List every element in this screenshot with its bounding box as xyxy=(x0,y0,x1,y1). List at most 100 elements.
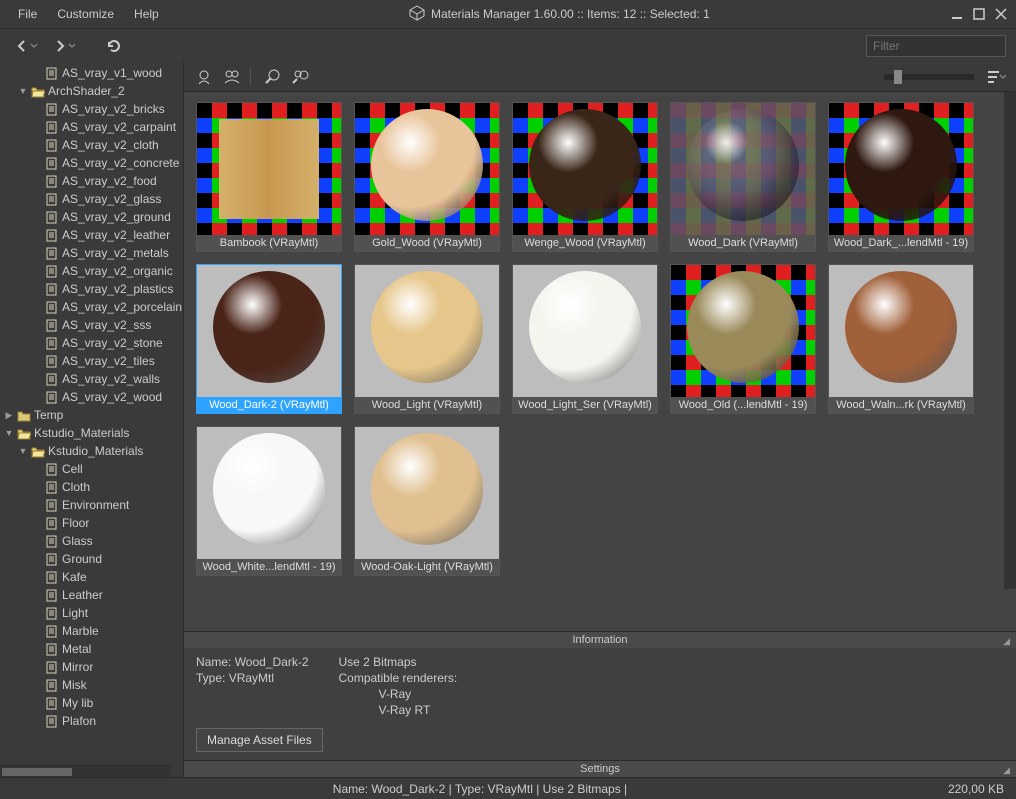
tree-item[interactable]: AS_vray_v2_food xyxy=(0,172,183,190)
tree-item[interactable]: AS_vray_v2_sss xyxy=(0,316,183,334)
tree-item[interactable]: Mirror xyxy=(0,658,183,676)
file-icon xyxy=(44,121,60,134)
status-center: Name: Wood_Dark-2 | Type: VRayMtl | Use … xyxy=(12,782,948,796)
material-card[interactable]: Wood_Waln...rk (VRayMtl) xyxy=(828,264,974,414)
tree-item[interactable]: Ground xyxy=(0,550,183,568)
minimize-button[interactable] xyxy=(950,7,964,21)
material-card[interactable]: Wood_Dark (VRayMtl) xyxy=(670,102,816,252)
titlebar: File Customize Help Materials Manager 1.… xyxy=(0,0,1016,28)
tree-item[interactable]: AS_vray_v2_cloth xyxy=(0,136,183,154)
material-card[interactable]: Wood_Old (...lendMtl - 19) xyxy=(670,264,816,414)
tree-item[interactable]: ▼Kstudio_Materials xyxy=(0,442,183,460)
refresh-button[interactable] xyxy=(102,35,126,57)
tree-item[interactable]: Glass xyxy=(0,532,183,550)
gallery-scrollbar-v[interactable] xyxy=(1004,92,1016,589)
menu-customize[interactable]: Customize xyxy=(47,3,124,25)
expand-arrow-icon[interactable]: ▼ xyxy=(4,428,14,438)
material-label: Wood_Light (VRayMtl) xyxy=(355,397,499,413)
file-icon xyxy=(44,499,60,512)
expand-arrow-icon[interactable]: ▼ xyxy=(18,86,28,96)
tree-item[interactable]: AS_vray_v2_wood xyxy=(0,388,183,406)
tree-item[interactable]: AS_vray_v2_glass xyxy=(0,190,183,208)
material-card[interactable]: Wood_Light_Ser (VRayMtl) xyxy=(512,264,658,414)
nav-back-button[interactable] xyxy=(10,35,42,57)
tree-item[interactable]: Light xyxy=(0,604,183,622)
tree-item[interactable]: Floor xyxy=(0,514,183,532)
tree-item[interactable]: Marble xyxy=(0,622,183,640)
material-card[interactable]: Wood_Dark-2 (VRayMtl) xyxy=(196,264,342,414)
tree-item-label: Ground xyxy=(62,552,102,566)
sort-menu-icon[interactable] xyxy=(986,67,1006,87)
material-label: Wood_Old (...lendMtl - 19) xyxy=(671,397,815,413)
folder-tree[interactable]: AS_vray_v1_wood▼ArchShader_2AS_vray_v2_b… xyxy=(0,62,183,732)
menu-help[interactable]: Help xyxy=(124,3,169,25)
close-button[interactable] xyxy=(994,7,1008,21)
collapse-icon[interactable]: ◢ xyxy=(1003,765,1010,776)
file-icon xyxy=(44,139,60,152)
tree-item[interactable]: AS_vray_v2_organic xyxy=(0,262,183,280)
tree-item[interactable]: Kafe xyxy=(0,568,183,586)
tree-item[interactable]: AS_vray_v2_bricks xyxy=(0,100,183,118)
expand-arrow-icon[interactable]: ▶ xyxy=(4,410,14,421)
tree-item-label: Kstudio_Materials xyxy=(34,426,129,440)
settings-header[interactable]: Settings◢ xyxy=(184,761,1016,777)
tree-item[interactable]: AS_vray_v2_concrete xyxy=(0,154,183,172)
tree-item[interactable]: Metal xyxy=(0,640,183,658)
file-icon xyxy=(44,301,60,314)
tree-item[interactable]: AS_vray_v2_porcelain xyxy=(0,298,183,316)
tree-item[interactable]: ▶Temp xyxy=(0,406,183,424)
info-type-value: VRayMtl xyxy=(229,671,274,685)
material-gallery[interactable]: Bambook (VRayMtl)Gold_Wood (VRayMtl)Weng… xyxy=(184,92,1016,631)
tree-item[interactable]: AS_vray_v2_stone xyxy=(0,334,183,352)
tree-item[interactable]: My lib xyxy=(0,694,183,712)
assign-one-icon[interactable] xyxy=(194,67,214,87)
file-icon xyxy=(44,175,60,188)
tree-item[interactable]: AS_vray_v2_walls xyxy=(0,370,183,388)
tree-item-label: Plafon xyxy=(62,714,96,728)
tree-item[interactable]: AS_vray_v2_carpaint xyxy=(0,118,183,136)
tree-item[interactable]: AS_vray_v2_tiles xyxy=(0,352,183,370)
tree-item[interactable]: AS_vray_v2_ground xyxy=(0,208,183,226)
tree-item-label: AS_vray_v2_stone xyxy=(62,336,163,350)
information-header[interactable]: Information◢ xyxy=(184,632,1016,648)
material-thumbnail xyxy=(671,103,815,235)
material-card[interactable]: Gold_Wood (VRayMtl) xyxy=(354,102,500,252)
nav-toolbar xyxy=(0,28,1016,62)
tree-item[interactable]: AS_vray_v1_wood xyxy=(0,64,183,82)
tree-item[interactable]: AS_vray_v2_leather xyxy=(0,226,183,244)
manage-asset-files-button[interactable]: Manage Asset Files xyxy=(196,728,323,752)
tree-item[interactable]: ▼ArchShader_2 xyxy=(0,82,183,100)
sidebar-scrollbar-h[interactable] xyxy=(0,765,171,777)
tree-item[interactable]: AS_vray_v2_metals xyxy=(0,244,183,262)
thumbnail-size-slider[interactable] xyxy=(884,74,974,80)
material-card[interactable]: Wood-Oak-Light (VRayMtl) xyxy=(354,426,500,576)
tree-item[interactable]: Cell xyxy=(0,460,183,478)
expand-arrow-icon[interactable]: ▼ xyxy=(18,446,28,456)
content-area: Bambook (VRayMtl)Gold_Wood (VRayMtl)Weng… xyxy=(184,62,1016,777)
nav-forward-button[interactable] xyxy=(48,35,80,57)
tree-item[interactable]: Misk xyxy=(0,676,183,694)
material-card[interactable]: Wenge_Wood (VRayMtl) xyxy=(512,102,658,252)
collapse-icon[interactable]: ◢ xyxy=(1003,636,1010,647)
tree-item-label: Kafe xyxy=(62,570,87,584)
tree-item[interactable]: ▼ Kstudio_Materials xyxy=(0,424,183,442)
material-thumbnail xyxy=(197,103,341,235)
filter-input[interactable] xyxy=(866,35,1006,57)
material-card[interactable]: Wood_White...lendMtl - 19) xyxy=(196,426,342,576)
material-card[interactable]: Wood_Light (VRayMtl) xyxy=(354,264,500,414)
assign-group-icon[interactable] xyxy=(222,67,242,87)
material-card[interactable]: Bambook (VRayMtl) xyxy=(196,102,342,252)
tree-item[interactable]: Leather xyxy=(0,586,183,604)
material-card[interactable]: Wood_Dark_...lendMtl - 19) xyxy=(828,102,974,252)
tree-item-label: AS_vray_v2_ground xyxy=(62,210,171,224)
maximize-button[interactable] xyxy=(972,7,986,21)
tree-item[interactable]: AS_vray_v2_plastics xyxy=(0,280,183,298)
tree-item[interactable]: Cloth xyxy=(0,478,183,496)
pick-group-icon[interactable] xyxy=(290,67,310,87)
tree-item-label: Light xyxy=(62,606,88,620)
pick-one-icon[interactable] xyxy=(262,67,282,87)
file-icon xyxy=(44,625,60,638)
tree-item[interactable]: Environment xyxy=(0,496,183,514)
menu-file[interactable]: File xyxy=(8,3,47,25)
tree-item[interactable]: Plafon xyxy=(0,712,183,730)
